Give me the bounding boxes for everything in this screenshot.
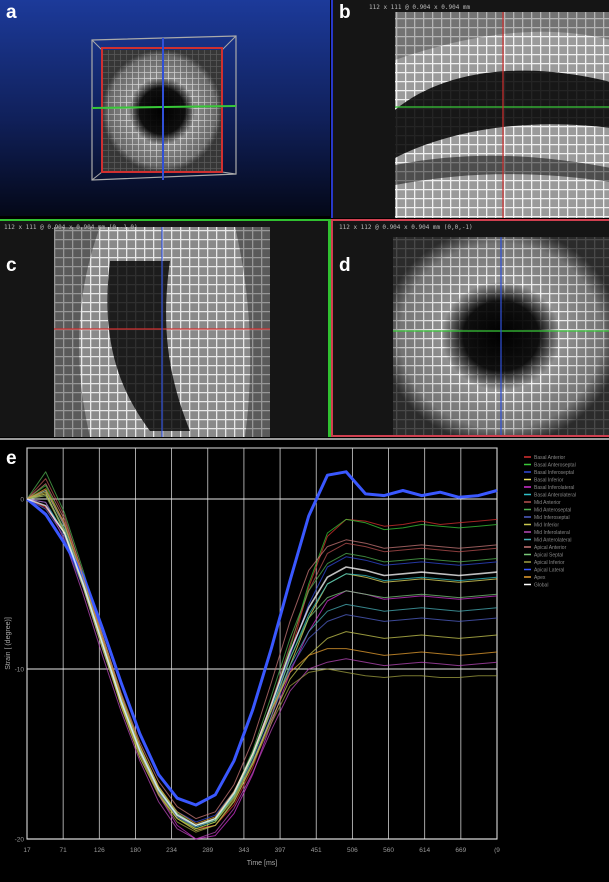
x-tick-label: 614 bbox=[419, 847, 430, 854]
panel-b-slice-view[interactable]: b 112 x 111 @ 0.904 x 0.904 mm bbox=[331, 0, 609, 218]
panel-d-label: d bbox=[339, 255, 351, 276]
legend-entry: Apical Lateral bbox=[534, 568, 564, 574]
legend-entry: Basal Anteroseptal bbox=[534, 463, 576, 469]
panel-a-3d-view[interactable]: a bbox=[0, 0, 330, 216]
x-tick-label: 71 bbox=[60, 847, 68, 854]
x-tick-label: 343 bbox=[238, 847, 249, 854]
legend-entry: Mid Inferoseptal bbox=[534, 515, 570, 521]
panel-b-label: b bbox=[339, 2, 351, 23]
x-tick-label: 126 bbox=[94, 847, 105, 854]
legend-entry: Apical Septal bbox=[534, 553, 563, 559]
x-tick-label: 560 bbox=[383, 847, 394, 854]
panel-e-strain-chart: e 17 71 126 180 234 289 343 397 451 506 560 614 669 (… bbox=[0, 438, 609, 882]
panel-e-label: e bbox=[6, 448, 17, 469]
legend-entry: Apical Anterior bbox=[534, 545, 567, 551]
legend-entry: Mid Inferolateral bbox=[534, 530, 570, 536]
legend-entry: Apex bbox=[534, 575, 546, 581]
legend-entry: Basal Inferolateral bbox=[534, 485, 574, 491]
legend-entry: Mid Anteroseptal bbox=[534, 508, 571, 514]
x-tick-label: 506 bbox=[347, 847, 358, 854]
y-tick-label: -10 bbox=[15, 667, 25, 674]
panel-c-info: 112 x 111 @ 0.904 x 0.904 mm (0,-1,0) bbox=[4, 224, 138, 231]
panel-d-info: 112 x 112 @ 0.904 x 0.904 mm (0,0,-1) bbox=[339, 224, 473, 231]
slice-image-d bbox=[393, 237, 609, 435]
x-tick-label: (9 bbox=[494, 847, 500, 854]
panel-c-label: c bbox=[6, 255, 17, 276]
y-tick-label: 0 bbox=[20, 497, 24, 504]
x-axis-label: Time [ms] bbox=[247, 860, 278, 867]
x-tick-label: 180 bbox=[130, 847, 141, 854]
y-axis-label: Strain [ (degree)] bbox=[5, 617, 12, 670]
slice-image-b bbox=[395, 12, 609, 218]
plot-area bbox=[26, 447, 498, 840]
legend-entry: Basal Inferoseptal bbox=[534, 470, 574, 476]
panel-c-slice-view[interactable]: c 112 x 111 @ 0.904 x 0.904 mm (0,-1,0) bbox=[0, 219, 331, 437]
strain-chart: 17 71 126 180 234 289 343 397 451 506 560 614 669 (9 0… bbox=[5, 447, 576, 867]
x-tick-label: 451 bbox=[311, 847, 322, 854]
panel-a-label: a bbox=[6, 2, 17, 23]
legend-entry: Mid Anterior bbox=[534, 500, 561, 506]
y-tick-label: -20 bbox=[15, 837, 25, 844]
panel-b-info: 112 x 111 @ 0.904 x 0.904 mm bbox=[369, 4, 471, 11]
legend-entry: Mid Inferior bbox=[534, 523, 559, 529]
legend-entry: Global bbox=[534, 583, 548, 589]
x-tick-label: 289 bbox=[202, 847, 213, 854]
x-tick-label: 234 bbox=[166, 847, 177, 854]
x-tick-label: 17 bbox=[23, 847, 31, 854]
legend-entry: Basal Anterior bbox=[534, 455, 565, 461]
volume-render bbox=[91, 35, 237, 181]
x-tick-label: 397 bbox=[275, 847, 286, 854]
slice-image-c bbox=[54, 227, 270, 437]
legend-entry: Basal Anterolateral bbox=[534, 493, 576, 499]
x-tick-label: 669 bbox=[455, 847, 466, 854]
legend-entry: Apical Inferior bbox=[534, 560, 565, 566]
legend-entry: Basal Inferior bbox=[534, 478, 564, 484]
legend-entry: Mid Anterolateral bbox=[534, 538, 572, 544]
panel-d-slice-view[interactable]: d 112 x 112 @ 0.904 x 0.904 mm (0,0,-1) bbox=[331, 219, 609, 437]
